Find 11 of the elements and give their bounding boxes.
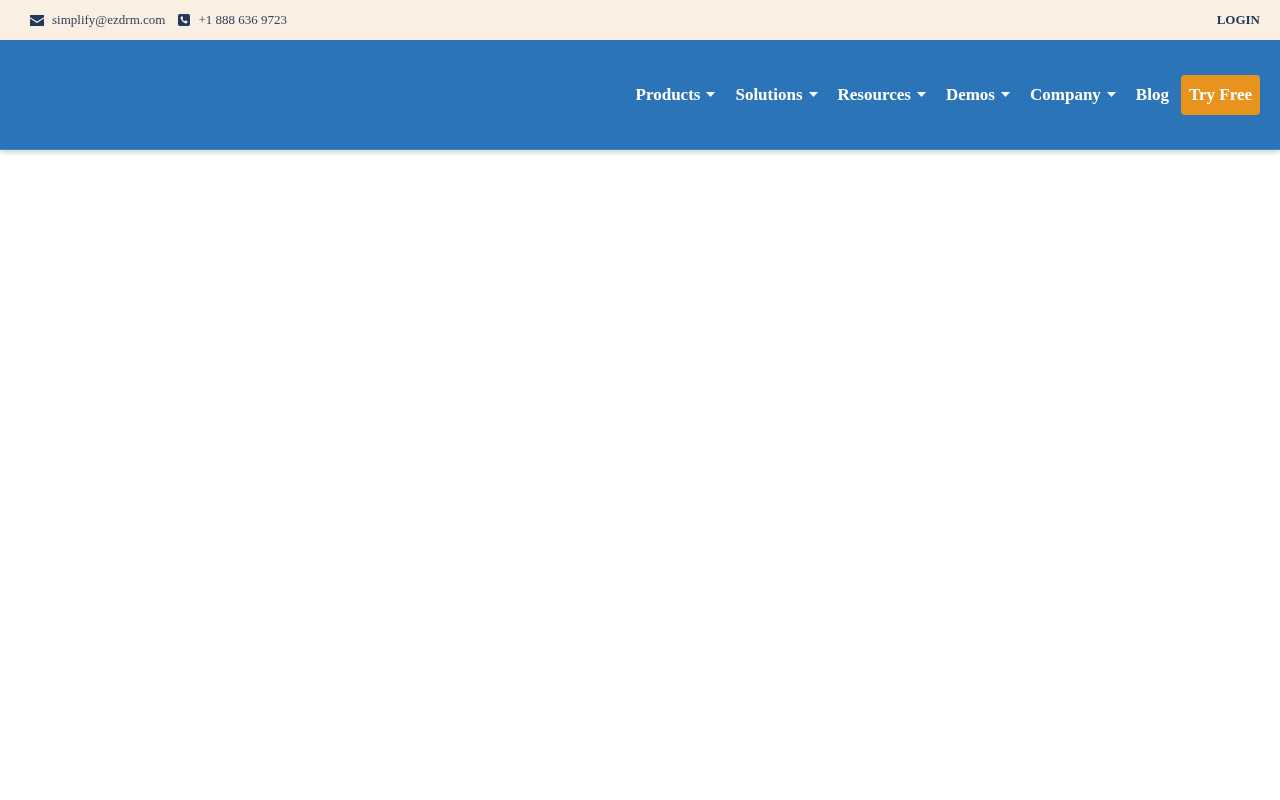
phone-link[interactable]: +1 888 636 9723: [198, 12, 287, 28]
phone-icon: [178, 14, 191, 26]
nav-link[interactable]: Demos: [945, 84, 1010, 105]
nav-link[interactable]: Resources: [837, 84, 926, 105]
nav-link[interactable]: Solutions: [735, 84, 818, 105]
nav-link[interactable]: Blog: [1135, 84, 1169, 105]
login-link[interactable]: LOGIN: [1216, 12, 1260, 28]
email-link[interactable]: simplify@ezdrm.com: [52, 12, 166, 28]
envelope-icon: [30, 14, 44, 26]
nav-link[interactable]: Company: [1030, 84, 1116, 105]
nav-link[interactable]: Products: [635, 84, 716, 105]
